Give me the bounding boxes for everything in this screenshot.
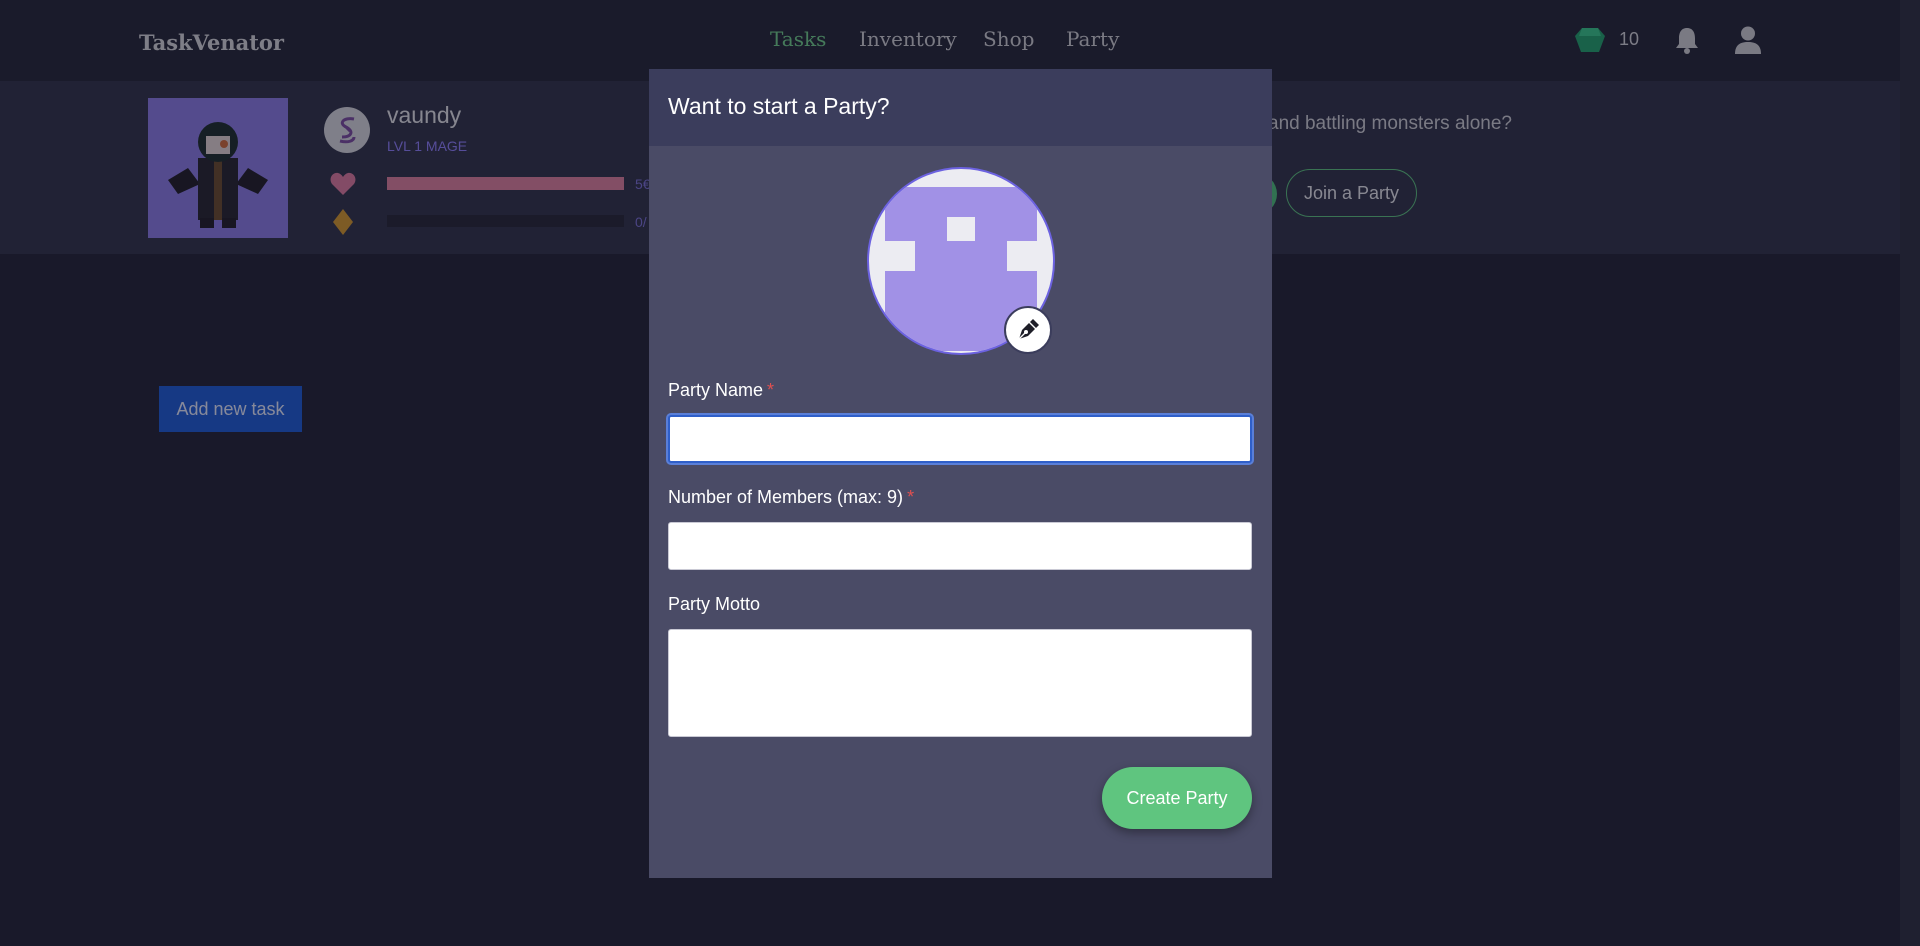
members-label-text: Number of Members (max: 9) <box>668 487 904 507</box>
modal-header: Want to start a Party? <box>649 69 1272 146</box>
members-label: Number of Members (max: 9) * <box>668 487 914 508</box>
party-name-label: Party Name * <box>668 380 774 401</box>
party-name-input[interactable] <box>668 415 1252 463</box>
party-motto-label: Party Motto <box>668 594 761 614</box>
party-name-label-text: Party Name <box>668 380 764 400</box>
required-marker: * <box>907 487 915 507</box>
edit-avatar-button[interactable] <box>1004 306 1052 354</box>
party-motto-input[interactable] <box>668 629 1252 737</box>
pen-nib-icon <box>1018 319 1039 340</box>
create-party-button[interactable]: Create Party <box>1102 767 1252 829</box>
required-marker: * <box>767 380 775 400</box>
members-input[interactable] <box>668 522 1252 570</box>
create-party-modal: Want to start a Party? Party Name * Numbe… <box>649 69 1272 878</box>
modal-title: Want to start a Party? <box>668 93 890 119</box>
